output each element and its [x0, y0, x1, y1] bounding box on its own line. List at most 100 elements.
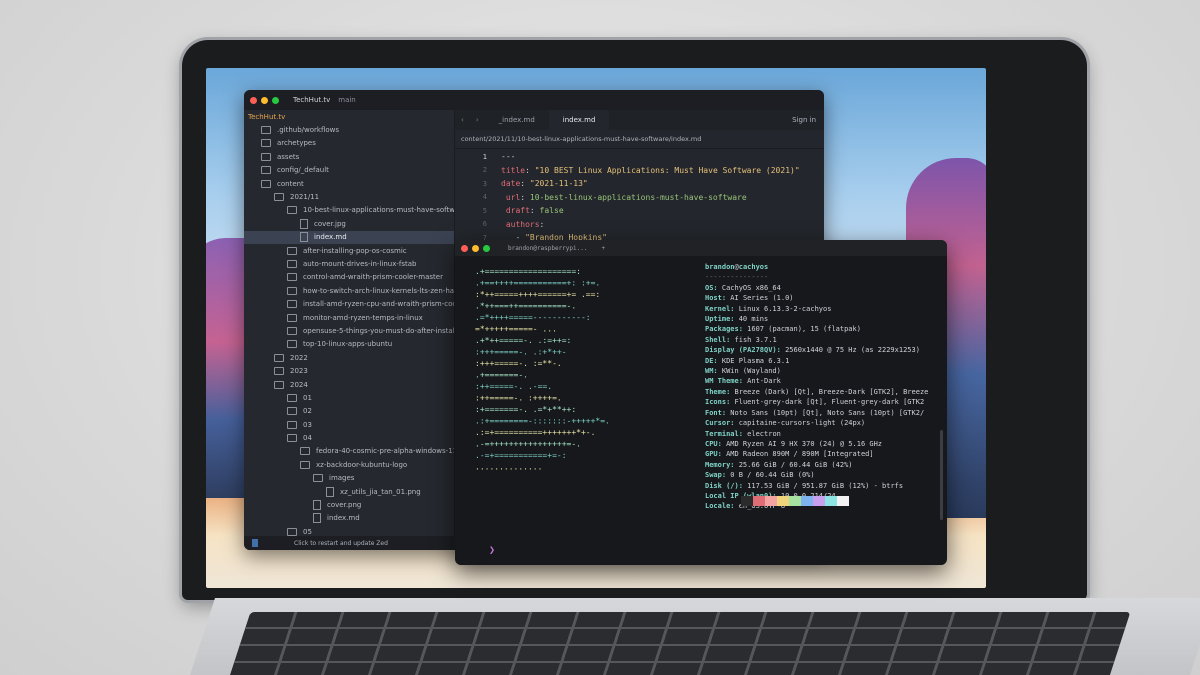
- logo-line: .-=++++++++++++++++=-.: [475, 440, 581, 449]
- username: brandon: [705, 263, 735, 271]
- project-title[interactable]: TechHut.tv: [293, 96, 330, 104]
- folder-item[interactable]: xz-backdoor-kubuntu-logo: [244, 458, 454, 471]
- color-swatch: [777, 496, 789, 506]
- close-icon[interactable]: [461, 244, 468, 252]
- maximize-icon[interactable]: [483, 244, 490, 252]
- tree-item-label: index.md: [314, 233, 347, 242]
- folder-icon: [287, 527, 297, 536]
- logo-line: .:+========-:::::::-+++++*=.: [475, 417, 610, 426]
- minimize-icon[interactable]: [472, 244, 479, 252]
- file-item[interactable]: index.md: [244, 512, 454, 525]
- folder-item[interactable]: images: [244, 472, 454, 485]
- info-value: Breeze (Dark) [Qt], Breeze-Dark [GTK2], …: [734, 387, 929, 396]
- logo-line: :+++=====-. :=**-.: [475, 359, 562, 368]
- tree-item-label: 03: [303, 420, 312, 429]
- code-line: 2 title: "10 BEST Linux Applications: Mus…: [455, 164, 824, 178]
- color-swatch: [837, 496, 849, 506]
- maximize-icon[interactable]: [272, 96, 279, 104]
- folder-item[interactable]: 2023: [244, 364, 454, 377]
- folder-item[interactable]: how-to-switch-arch-linux-kernels-lts-zen…: [244, 284, 454, 297]
- info-row: Uptime: 40 mins: [705, 314, 945, 324]
- logo-line: ..............: [475, 463, 542, 472]
- tree-item-label: top-10-linux-apps-ubuntu: [303, 340, 393, 349]
- logo-line: :++=====-. .-==.: [475, 382, 552, 391]
- folder-item[interactable]: 2022: [244, 351, 454, 364]
- tree-item-label: after-installing-pop-os-cosmic: [303, 246, 407, 255]
- file-item[interactable]: index.md: [244, 230, 454, 244]
- tab-index-md[interactable]: index.md: [548, 110, 610, 130]
- folder-item[interactable]: 03: [244, 418, 454, 431]
- logo-line: .+=======-.: [475, 371, 528, 380]
- info-row: Cursor: capitaine-cursors-light (24px): [705, 418, 945, 428]
- info-row: DE: KDE Plasma 6.3.1: [705, 356, 945, 366]
- folder-item[interactable]: 2024: [244, 378, 454, 391]
- file-icon: [300, 218, 308, 229]
- folder-item[interactable]: after-installing-pop-os-cosmic: [244, 244, 454, 257]
- terminal-titlebar: brandon@raspberrypi... +: [455, 240, 947, 256]
- scrollbar[interactable]: [940, 430, 943, 520]
- minimize-icon[interactable]: [261, 96, 268, 104]
- info-value: KWin (Wayland): [721, 367, 781, 376]
- line-number: 4: [482, 193, 487, 202]
- code-token: ---: [501, 152, 516, 162]
- folder-item[interactable]: control-amd-wraith-prism-cooler-master: [244, 271, 454, 284]
- new-tab-icon[interactable]: +: [601, 245, 605, 252]
- info-row: GPU: AMD Radeon 890M / 890M [Integrated]: [705, 449, 945, 459]
- keyboard-keys: [227, 612, 1131, 675]
- folder-item[interactable]: opensuse-5-things-you-must-do-after-inst…: [244, 324, 454, 337]
- folder-item[interactable]: monitor-amd-ryzen-temps-in-linux: [244, 311, 454, 324]
- tree-item-label: install-amd-ryzen-cpu-and-wraith-prism-c…: [303, 300, 455, 309]
- folder-item[interactable]: 02: [244, 405, 454, 418]
- back-icon[interactable]: ‹: [461, 116, 464, 124]
- folder-item[interactable]: 10-best-linux-applications-must-have-sof…: [244, 204, 454, 217]
- file-item[interactable]: cover.jpg: [244, 217, 454, 230]
- folder-icon: [287, 246, 297, 255]
- info-label: GPU:: [705, 450, 727, 459]
- file-item[interactable]: xz_utils_jia_tan_01.png: [244, 485, 454, 498]
- info-row: CPU: AMD Ryzen AI 9 HX 370 (24) @ 5.16 G…: [705, 439, 945, 449]
- folder-item[interactable]: fedora-40-cosmic-pre-alpha-windows-11-ad…: [244, 445, 454, 458]
- info-row: Shell: fish 3.7.1: [705, 335, 945, 345]
- logo-line: .+==++++===========+: :+=.: [475, 279, 600, 288]
- folder-icon: [287, 313, 297, 322]
- folder-item[interactable]: config/_default: [244, 164, 454, 177]
- branch-name[interactable]: main: [338, 96, 356, 104]
- folder-item[interactable]: auto-mount-drives-in-linux-fstab: [244, 257, 454, 270]
- tree-item-label: xz-backdoor-kubuntu-logo: [316, 460, 408, 469]
- file-icon: [300, 232, 308, 243]
- folder-item[interactable]: content: [244, 177, 454, 190]
- folder-item[interactable]: 2021/11: [244, 190, 454, 203]
- project-root[interactable]: TechHut.tv: [244, 110, 454, 123]
- code-token: :: [525, 165, 535, 175]
- status-icons[interactable]: [252, 539, 292, 547]
- file-item[interactable]: cover.png: [244, 498, 454, 511]
- file-icon: [313, 500, 321, 511]
- folder-icon: [287, 340, 297, 349]
- info-value: capitaine-cursors-light (24px): [738, 419, 866, 428]
- update-notice[interactable]: Click to restart and update Zed: [294, 540, 388, 547]
- terminal-tab[interactable]: brandon@raspberrypi...: [508, 245, 587, 252]
- forward-icon[interactable]: ›: [476, 116, 479, 124]
- folder-item[interactable]: archetypes: [244, 137, 454, 150]
- info-row: Icons: Fluent-grey-dark [Qt], Fluent-gre…: [705, 397, 945, 407]
- shell-prompt[interactable]: ❯: [489, 545, 495, 556]
- tree-item-label: 05: [303, 527, 312, 536]
- terminal-window[interactable]: brandon@raspberrypi... + .+=============…: [455, 240, 947, 565]
- sign-in-button[interactable]: Sign in: [792, 116, 816, 124]
- close-icon[interactable]: [250, 96, 257, 104]
- folder-item[interactable]: 04: [244, 431, 454, 444]
- tab-index-underscore[interactable]: _index.md: [485, 110, 549, 130]
- folder-item[interactable]: .github/workflows: [244, 123, 454, 136]
- folder-icon: [287, 286, 297, 295]
- folder-item[interactable]: top-10-linux-apps-ubuntu: [244, 338, 454, 351]
- line-number: 5: [482, 206, 487, 215]
- info-label: Shell:: [705, 335, 735, 344]
- info-row: OS: CachyOS x86_64: [705, 283, 945, 293]
- laptop-keyboard: [185, 598, 1200, 675]
- info-label: OS:: [705, 283, 722, 292]
- folder-icon: [261, 179, 271, 188]
- folder-item[interactable]: assets: [244, 150, 454, 163]
- folder-item[interactable]: install-amd-ryzen-cpu-and-wraith-prism-c…: [244, 297, 454, 310]
- folder-item[interactable]: 01: [244, 391, 454, 404]
- tree-item-label: content: [277, 179, 304, 188]
